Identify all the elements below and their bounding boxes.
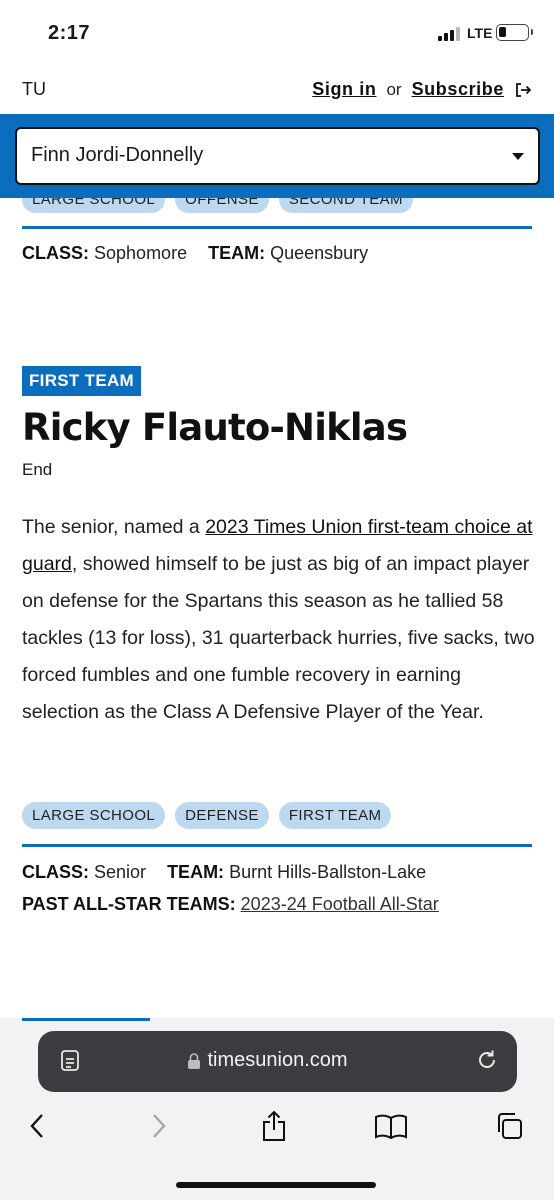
class-value: Sophomore: [94, 243, 188, 263]
team-badge: FIRST TEAM: [22, 366, 141, 396]
past-teams-label: PAST ALL-STAR TEAMS:: [22, 894, 236, 914]
team-label: TEAM:: [208, 243, 266, 263]
browser-toolbar: [0, 1106, 554, 1146]
accent-bar: [22, 1018, 150, 1021]
reload-icon[interactable]: [475, 1048, 499, 1072]
article-content: LARGE SCHOOL OFFENSE SECOND TEAM CLASS: …: [0, 198, 554, 1018]
home-indicator[interactable]: [176, 1182, 376, 1188]
player-tags: LARGE SCHOOL DEFENSE FIRST TEAM: [22, 802, 392, 829]
status-time: 2:17: [48, 22, 91, 44]
description-text: The senior, named a: [22, 516, 206, 538]
auth-links: Sign in or Subscribe: [312, 79, 532, 100]
past-teams: PAST ALL-STAR TEAMS: 2023-24 Football Al…: [22, 894, 439, 915]
divider: [22, 844, 532, 847]
player-select[interactable]: Finn Jordi-Donnelly: [15, 127, 540, 185]
tabs-button[interactable]: [489, 1106, 529, 1146]
divider: [22, 226, 532, 229]
player-select-band: Finn Jordi-Donnelly: [0, 114, 554, 198]
url-text: timesunion.com: [207, 1049, 348, 1071]
tag-large-school[interactable]: LARGE SCHOOL: [22, 802, 166, 829]
signal-icon: [438, 27, 462, 41]
back-button[interactable]: [18, 1106, 58, 1146]
tag[interactable]: OFFENSE: [175, 198, 269, 213]
or-text: or: [386, 79, 402, 99]
team-value: Queensbury: [270, 243, 369, 263]
player-name: Ricky Flauto-Niklas: [22, 406, 408, 449]
site-logo[interactable]: TU: [22, 79, 46, 100]
player-select-value: Finn Jordi-Donnelly: [31, 144, 204, 166]
share-button[interactable]: [254, 1106, 294, 1146]
sign-in-link[interactable]: Sign in: [312, 79, 376, 100]
status-bar: 2:17 LTE: [0, 0, 554, 66]
class-label: CLASS:: [22, 862, 89, 882]
tabs-icon: [498, 1113, 522, 1139]
previous-tags: LARGE SCHOOL OFFENSE SECOND TEAM: [22, 198, 413, 213]
tag-first-team[interactable]: FIRST TEAM: [278, 802, 392, 829]
network-label: LTE: [467, 25, 493, 41]
share-icon: [263, 1110, 285, 1141]
site-header: TU Sign in or Subscribe: [0, 66, 554, 114]
exit-icon[interactable]: [514, 81, 532, 99]
player-position: End: [22, 460, 53, 479]
description-text: , showed himself to be just as big of an…: [22, 553, 535, 723]
tag[interactable]: SECOND TEAM: [278, 198, 413, 213]
past-team-link[interactable]: 2023-24 Football All-Star: [241, 894, 439, 914]
class-value: Senior: [94, 862, 147, 882]
subscribe-link[interactable]: Subscribe: [412, 79, 504, 100]
back-icon: [30, 1114, 43, 1138]
player-description: The senior, named a 2023 Times Union fir…: [22, 509, 537, 731]
battery-icon: [496, 24, 533, 41]
tag-defense[interactable]: DEFENSE: [175, 802, 269, 829]
player-meta: CLASS: Senior TEAM: Burnt Hills-Ballston…: [22, 862, 426, 883]
forward-icon: [153, 1114, 166, 1138]
bookmarks-button[interactable]: [371, 1106, 411, 1146]
class-label: CLASS:: [22, 243, 89, 263]
chevron-down-icon: [512, 153, 524, 160]
bookmarks-icon: [375, 1114, 407, 1139]
address-bar[interactable]: timesunion.com: [38, 1031, 517, 1092]
team-label: TEAM:: [167, 862, 225, 882]
forward-button[interactable]: [138, 1106, 178, 1146]
previous-meta: CLASS: Sophomore TEAM: Queensbury: [22, 243, 368, 264]
tag[interactable]: LARGE SCHOOL: [22, 198, 166, 213]
browser-chrome: timesunion.com: [0, 1018, 554, 1200]
team-value: Burnt Hills-Ballston-Lake: [229, 862, 427, 882]
